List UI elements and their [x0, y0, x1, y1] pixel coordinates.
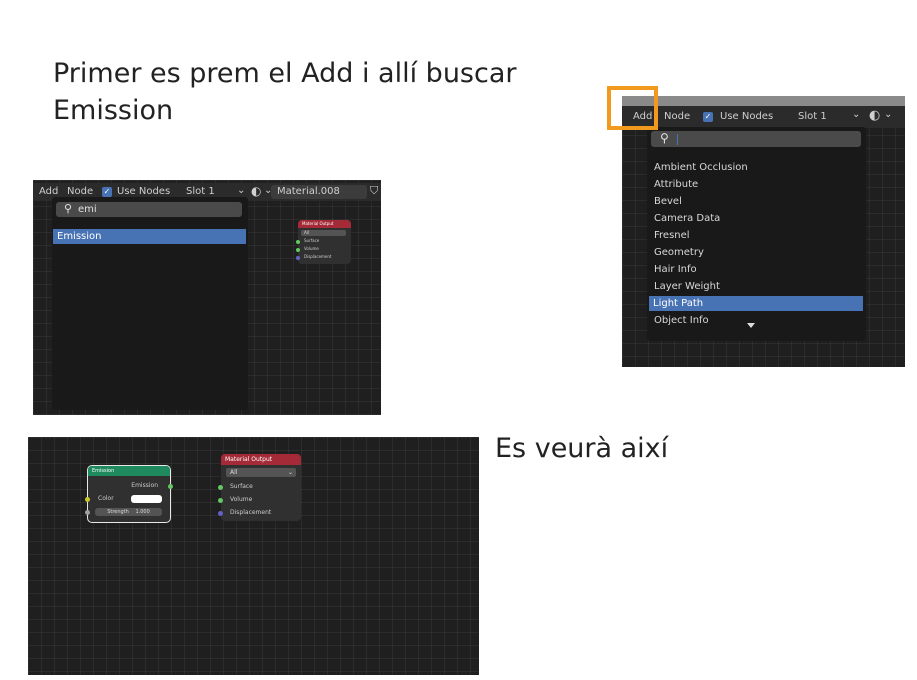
emission-output-label: Emission: [131, 482, 158, 489]
color-label: Color: [98, 495, 114, 502]
socket-label-surface: Surface: [230, 483, 253, 490]
menu-item-hair-info[interactable]: Hair Info: [650, 262, 863, 277]
node-menu[interactable]: Node: [67, 186, 93, 197]
color-swatch[interactable]: [131, 495, 162, 503]
add-menu-dropdown: ⚲ Ambient Occlusion Attribute Bevel Came…: [647, 127, 866, 341]
slot-dropdown[interactable]: Slot 1: [798, 111, 827, 122]
emission-node-title: Emission: [88, 466, 170, 476]
search-input-value: emi: [78, 204, 97, 215]
scroll-down-arrow-icon[interactable]: [747, 323, 755, 328]
material-name-field[interactable]: Material.008: [271, 185, 367, 199]
use-nodes-checkbox[interactable]: ✓: [102, 187, 112, 197]
displacement-socket[interactable]: [218, 511, 223, 516]
chevron-down-icon: ⌄: [237, 185, 246, 196]
target-dropdown[interactable]: All ⌄: [226, 468, 296, 477]
instruction-line-1: Primer es prem el Add i allí buscar: [53, 58, 517, 89]
material-output-node-title: Material Output: [298, 220, 351, 228]
slot-dropdown[interactable]: Slot 1: [186, 186, 215, 197]
socket-label-surface: Surface: [304, 238, 320, 243]
search-input[interactable]: ⚲: [651, 131, 861, 147]
text-cursor: [677, 134, 678, 145]
editor-top-strip: [622, 96, 905, 106]
chevron-down-icon: ⌄: [852, 109, 861, 120]
socket-label-displacement: Displacement: [230, 509, 272, 516]
surface-socket[interactable]: [218, 485, 223, 490]
strength-value: 1.000: [135, 509, 150, 515]
menu-item-fresnel[interactable]: Fresnel: [650, 228, 863, 243]
emission-node[interactable]: Emission Emission Color Strength 1.000: [88, 466, 170, 522]
color-input-socket[interactable]: [85, 497, 90, 502]
search-icon: ⚲: [64, 202, 73, 215]
menu-item-object-info[interactable]: Object Info: [650, 313, 863, 328]
add-menu[interactable]: Add: [39, 186, 58, 197]
instruction-line-2: Emission: [53, 95, 174, 126]
instruction-heading: Primer es prem el Add i allí buscar Emis…: [53, 55, 516, 129]
socket-label-displacement: Displacement: [304, 254, 332, 259]
menu-item-attribute[interactable]: Attribute: [650, 177, 863, 192]
volume-socket[interactable]: [218, 498, 223, 503]
target-dropdown[interactable]: All: [301, 230, 346, 236]
material-sphere-icon[interactable]: ◐: [251, 184, 261, 198]
node-editor-search-screenshot: Add Node ✓ Use Nodes Slot 1 ⌄ ◐ ⌄ Materi…: [33, 180, 381, 415]
node-menu[interactable]: Node: [664, 111, 690, 122]
strength-field[interactable]: Strength 1.000: [95, 508, 162, 516]
material-sphere-icon[interactable]: ◐: [869, 108, 880, 123]
strength-label: Strength: [107, 509, 129, 515]
search-icon: ⚲: [660, 131, 669, 145]
surface-socket[interactable]: [296, 240, 300, 244]
search-input[interactable]: ⚲ emi: [56, 202, 242, 217]
menu-item-camera-data[interactable]: Camera Data: [650, 211, 863, 226]
material-output-node[interactable]: Material Output All Surface Volume Displ…: [298, 220, 351, 264]
search-result-emission[interactable]: Emission: [53, 229, 246, 244]
use-nodes-label: Use Nodes: [117, 186, 171, 197]
target-value: All: [230, 469, 238, 476]
result-heading: Es veurà així: [495, 433, 669, 464]
node-editor-add-menu-screenshot: Add Node ✓ Use Nodes Slot 1 ⌄ ◐ ⌄ ⚲ Ambi…: [622, 96, 905, 367]
menu-item-light-path[interactable]: Light Path: [649, 296, 863, 311]
use-nodes-checkbox[interactable]: ✓: [703, 112, 713, 122]
chevron-down-icon: ⌄: [884, 109, 893, 120]
menu-item-ambient-occlusion[interactable]: Ambient Occlusion: [650, 160, 863, 175]
emission-output-socket[interactable]: [168, 484, 173, 489]
use-nodes-label: Use Nodes: [720, 111, 774, 122]
node-editor-result-screenshot: Emission Emission Color Strength 1.000 M…: [28, 437, 479, 675]
displacement-socket[interactable]: [296, 256, 300, 260]
add-search-menu: ⚲ emi Emission: [52, 197, 248, 410]
material-output-node-title: Material Output: [221, 454, 301, 465]
strength-input-socket[interactable]: [85, 510, 90, 515]
volume-socket[interactable]: [296, 248, 300, 252]
socket-label-volume: Volume: [304, 246, 319, 251]
menu-item-bevel[interactable]: Bevel: [650, 194, 863, 209]
menu-item-layer-weight[interactable]: Layer Weight: [650, 279, 863, 294]
material-output-node[interactable]: Material Output All ⌄ Surface Volume Dis…: [221, 454, 301, 521]
editor-header: Add Node ✓ Use Nodes Slot 1 ⌄ ◐ ⌄: [622, 106, 905, 128]
socket-label-volume: Volume: [230, 496, 253, 503]
menu-item-geometry[interactable]: Geometry: [650, 245, 863, 260]
add-menu-highlight-box: [607, 86, 658, 130]
shield-icon[interactable]: ⛉: [370, 184, 378, 198]
chevron-down-icon: ⌄: [287, 469, 293, 476]
